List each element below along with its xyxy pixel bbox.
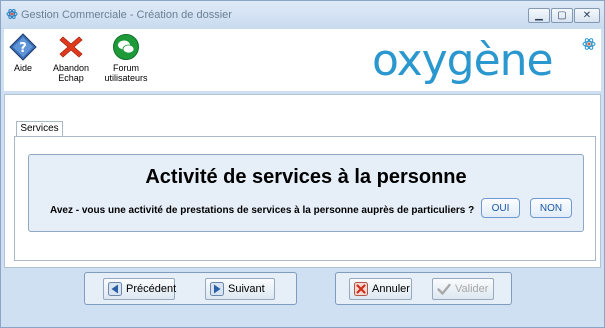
toolbar: ? Aide Abandon Echap Forum utilisateurs …	[4, 29, 601, 91]
close-window-button[interactable]: ✕	[574, 8, 600, 23]
validate-label: Valider	[455, 283, 489, 295]
tab-services[interactable]: Services	[16, 121, 63, 137]
arrow-left-icon	[108, 282, 122, 296]
question-text: Avez - vous une activité de prestations …	[50, 205, 475, 216]
red-x-icon	[354, 282, 368, 296]
forum-label-line1: Forum	[112, 63, 139, 73]
minimize-button[interactable]: ▁	[528, 8, 550, 23]
logo-atom-icon	[582, 38, 596, 50]
page-heading: Activité de services à la personne	[145, 166, 467, 188]
cancel-label: Annuler	[372, 283, 410, 295]
help-label: Aide	[13, 63, 32, 73]
validate-button[interactable]: Valider	[432, 278, 494, 300]
abandon-label-line2: Echap	[58, 73, 84, 83]
svg-text:?: ?	[19, 41, 27, 56]
window-title: Gestion Commerciale - Création de dossie…	[21, 9, 232, 21]
previous-button[interactable]: Précédent	[103, 278, 177, 300]
abandon-label-line1: Abandon	[52, 63, 90, 73]
checkmark-icon	[437, 283, 451, 295]
app-window: Gestion Commerciale - Création de dossie…	[0, 0, 605, 328]
maximize-button[interactable]: ▢	[551, 8, 573, 23]
minimize-icon: ▁	[535, 9, 543, 21]
maximize-icon: ▢	[557, 9, 567, 21]
help-button[interactable]: ? Aide	[8, 33, 38, 73]
title-bar: Gestion Commerciale - Création de dossie…	[1, 1, 604, 29]
cancel-button[interactable]: Annuler	[349, 278, 412, 300]
question-box: Activité de services à la personne Avez …	[28, 154, 584, 232]
abandon-button[interactable]: Abandon Echap	[51, 33, 91, 83]
help-question-icon: ?	[9, 33, 37, 61]
main-panel: Services Activité de services à la perso…	[4, 94, 601, 268]
forum-chat-icon	[113, 34, 139, 60]
yes-button[interactable]: OUI	[481, 198, 520, 218]
next-label: Suivant	[228, 283, 265, 295]
forum-button[interactable]: Forum utilisateurs	[103, 33, 149, 83]
arrow-right-icon	[210, 282, 224, 296]
next-button[interactable]: Suivant	[205, 278, 275, 300]
close-icon: ✕	[582, 9, 592, 21]
action-group: Annuler Valider	[335, 272, 512, 305]
oxygene-logo: oxygène	[372, 35, 554, 86]
previous-label: Précédent	[126, 283, 177, 295]
app-atom-icon	[6, 9, 18, 19]
no-button[interactable]: NON	[530, 198, 572, 218]
red-cross-icon	[59, 36, 83, 58]
services-tab-panel: Activité de services à la personne Avez …	[14, 136, 596, 261]
forum-label-line2: utilisateurs	[104, 73, 148, 83]
navigation-group: Précédent Suivant	[84, 272, 297, 305]
